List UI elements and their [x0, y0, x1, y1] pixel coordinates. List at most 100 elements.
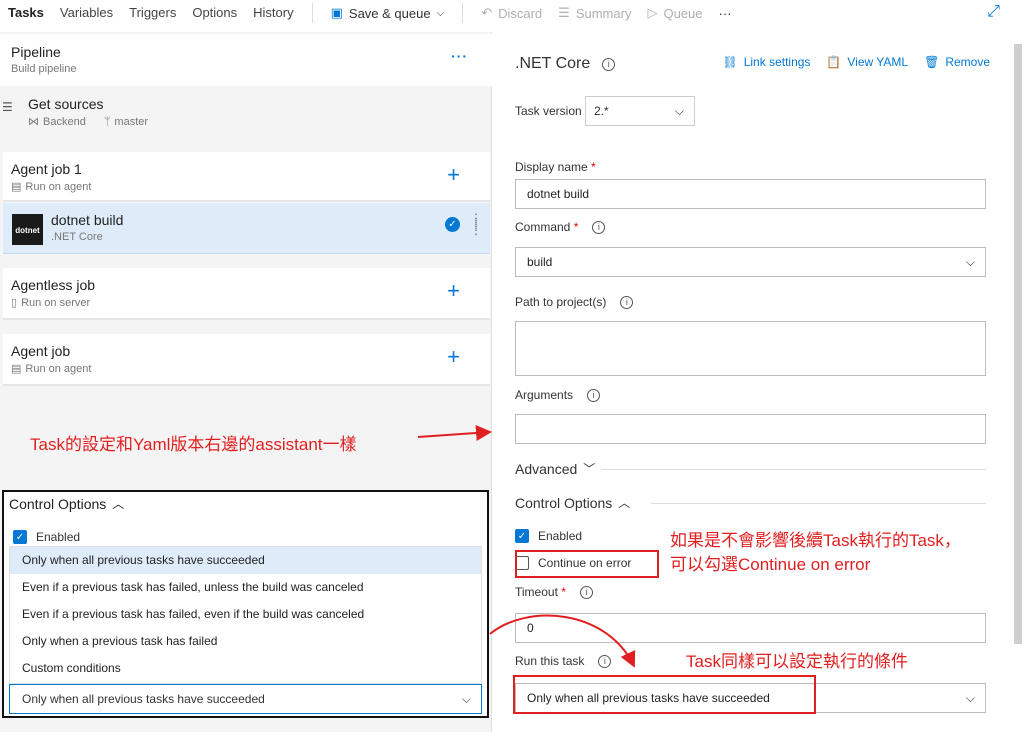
repo-name: Backend [43, 115, 86, 128]
server-icon: ▤ [11, 181, 22, 193]
agent-job-title: Agent job 1 [11, 161, 82, 177]
path-label: Path to project(s) i [515, 295, 634, 309]
dotnet-logo: dotnet [12, 214, 43, 245]
highlight-continue-on-error [515, 550, 659, 578]
display-name-field[interactable]: dotnet build [515, 179, 986, 209]
info-icon[interactable]: i [587, 388, 601, 402]
task-version-label: Task version [515, 104, 582, 118]
play-icon: ▷ [647, 5, 658, 20]
dropdown-option[interactable]: Custom conditions [10, 655, 481, 682]
scrollbar[interactable] [1014, 44, 1022, 644]
control-options-box: Control Options ︿ ✓ Enabled Only when al… [2, 490, 489, 718]
tab-variables[interactable]: Variables [52, 0, 121, 26]
checkbox-checked-icon: ✓ [515, 529, 529, 543]
trash-icon: 🗑 [924, 55, 940, 69]
path-field[interactable] [515, 321, 986, 376]
annotation-continue-2: 可以勾選Continue on error [670, 555, 871, 574]
summary-button[interactable]: ☰ Summary [550, 5, 639, 21]
divider [601, 469, 986, 470]
toolbar-divider [462, 3, 464, 23]
annotation-continue-1: 如果是不會影響後續Task執行的Task， [670, 531, 961, 550]
save-queue-button[interactable]: ▣ Save & queue ⌵ [323, 5, 453, 21]
dropdown-option[interactable]: Only when all previous tasks have succee… [10, 547, 481, 574]
agentless-job-title: Agentless job [11, 277, 96, 293]
task-subtitle: .NET Core [51, 231, 103, 243]
server-icon: ▤ [11, 363, 22, 375]
annotation-arrow [417, 424, 492, 441]
link-settings-button[interactable]: ⛓ Link settings [722, 55, 810, 69]
annotation-yaml-assistant: Task的設定和Yaml版本右邊的assistant一樣 [30, 435, 357, 454]
chevron-down-icon: ⌵ [436, 7, 445, 19]
control-options-header[interactable]: Control Options ︿ [9, 495, 124, 512]
check-circle-icon: ✓ [445, 217, 460, 232]
dropdown-option[interactable]: Even if a previous task has failed, even… [10, 601, 481, 628]
info-icon[interactable]: i [592, 220, 606, 234]
save-icon: ▣ [330, 5, 343, 20]
branch-name: master [114, 115, 149, 128]
tab-history[interactable]: History [245, 0, 301, 26]
more-options-icon[interactable]: ··· [451, 48, 468, 64]
undo-icon: ↶ [481, 5, 493, 20]
add-task-icon[interactable]: + [447, 162, 460, 188]
annotation-condition: Task同樣可以設定執行的條件 [686, 652, 908, 671]
pipeline-subtitle: Build pipeline [11, 63, 77, 75]
info-icon[interactable]: i [620, 295, 634, 309]
annotation-arrow [489, 614, 636, 668]
agent-job[interactable]: Agent job ▤ Run on agent + [3, 334, 490, 386]
command-select[interactable]: build ⌵ [515, 247, 986, 277]
arguments-label: Arguments i [515, 388, 601, 402]
timeout-label: Timeout * i [515, 585, 593, 599]
dropdown-option[interactable]: Only when a previous task has failed [10, 628, 481, 655]
divider [651, 503, 986, 504]
discard-button[interactable]: ↶ Discard [473, 5, 550, 21]
control-options-section[interactable]: Control Options ︿ [515, 494, 630, 511]
task-version-select[interactable]: 2.* ⌵ [585, 96, 695, 126]
add-task-icon[interactable]: + [447, 344, 460, 370]
run-condition-list: Only when all previous tasks have succee… [9, 546, 482, 684]
tab-triggers[interactable]: Triggers [121, 0, 184, 26]
info-icon[interactable]: i [579, 585, 593, 599]
toolbar: Tasks Variables Triggers Options History… [0, 0, 1024, 26]
pipeline-title: Pipeline [11, 44, 61, 60]
run-condition-select[interactable]: Only when all previous tasks have succee… [9, 684, 482, 714]
command-label: Command * i [515, 220, 606, 234]
chevron-up-icon: ︿ [618, 496, 631, 510]
toolbar-divider [311, 3, 313, 23]
chevron-up-icon: ︿ [112, 497, 125, 511]
view-yaml-button[interactable]: 📋 View YAML [826, 55, 908, 69]
branch-icon: ᛘ [103, 115, 111, 128]
remove-button[interactable]: 🗑 Remove [924, 55, 990, 69]
expand-icon[interactable]: ⤢ [987, 3, 1000, 21]
tab-options[interactable]: Options [184, 0, 245, 26]
agent-job-1[interactable]: Agent job 1 ▤ Run on agent + [3, 152, 490, 202]
task-dotnet-build[interactable]: dotnet dotnet build .NET Core ✓ ⋮ ⋮ ⋮ [3, 203, 490, 254]
get-sources[interactable]: ☰ Get sources ⋈ Backend ᛘ master [0, 92, 492, 136]
arguments-field[interactable] [515, 414, 986, 444]
chevron-down-icon: ⌵ [965, 255, 975, 269]
list-icon: ☰ [558, 5, 570, 20]
queue-button[interactable]: ▷ Queue [639, 5, 710, 21]
add-task-icon[interactable]: + [447, 278, 460, 304]
pipeline-header[interactable]: Pipeline Build pipeline ··· [0, 34, 492, 86]
tab-tasks[interactable]: Tasks [0, 0, 52, 26]
more-actions-button[interactable]: ··· [711, 6, 740, 21]
checkbox-checked-icon: ✓ [13, 530, 27, 544]
info-icon[interactable]: i [602, 57, 616, 71]
task-panel-title: .NET Core [515, 55, 591, 72]
chevron-down-icon: ⌵ [674, 104, 684, 118]
link-icon: ⛓ [722, 55, 738, 69]
source-icon: ☰ [2, 100, 13, 114]
enabled-checkbox[interactable]: ✓ Enabled [13, 530, 80, 544]
advanced-section[interactable]: Advanced ﹀ [515, 460, 595, 477]
drag-handle-icon[interactable]: ⋮ ⋮ ⋮ [470, 212, 482, 236]
chevron-down-icon: ⌵ [965, 691, 975, 705]
phone-icon: ▯ [11, 297, 18, 309]
vs-icon: ⋈ [28, 116, 39, 128]
agent-job-title: Agent job [11, 343, 71, 359]
display-name-label: Display name * [515, 160, 596, 174]
enabled-checkbox[interactable]: ✓ Enabled [515, 529, 582, 543]
agentless-job[interactable]: Agentless job ▯ Run on server + [3, 268, 490, 320]
clipboard-icon: 📋 [826, 55, 842, 69]
dropdown-option[interactable]: Even if a previous task has failed, unle… [10, 574, 481, 601]
get-sources-title: Get sources [28, 96, 104, 112]
